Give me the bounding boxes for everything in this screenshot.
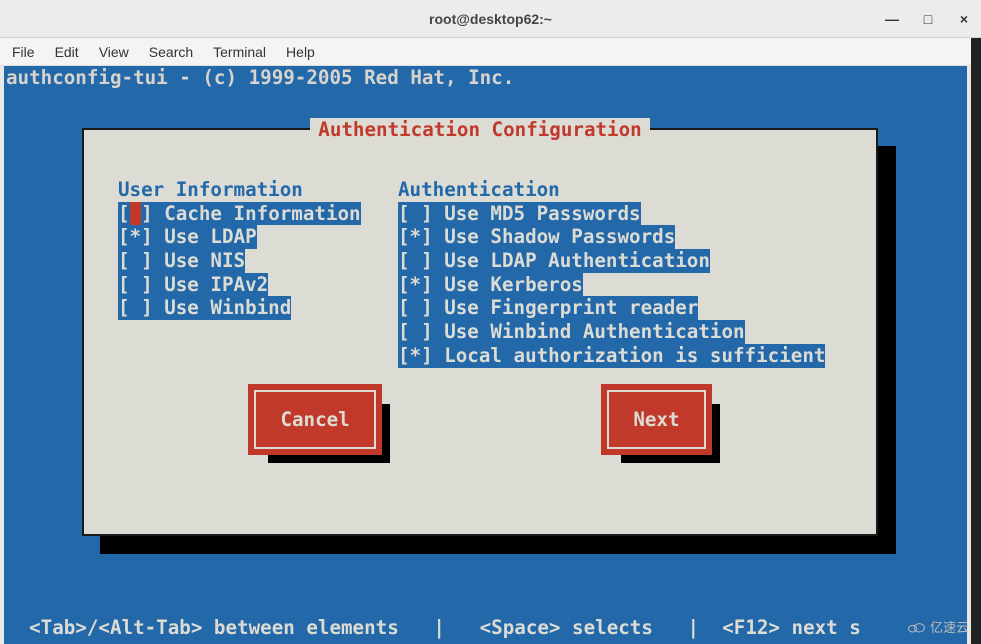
footer-help-text: <Tab>/<Alt-Tab> between elements | <Spac… — [6, 616, 965, 640]
menubar: File Edit View Search Terminal Help — [0, 38, 981, 66]
minimize-icon[interactable]: — — [883, 11, 901, 27]
menu-search[interactable]: Search — [149, 44, 193, 60]
checkbox-auth-use-ldap-authentication[interactable]: [ ] Use LDAP Authentication — [398, 249, 710, 273]
column-header-authentication: Authentication — [398, 178, 856, 202]
menu-terminal[interactable]: Terminal — [213, 44, 266, 60]
authentication-column: Authentication [ ] Use MD5 Passwords[*] … — [398, 178, 856, 368]
terminal[interactable]: authconfig-tui - (c) 1999-2005 Red Hat, … — [4, 66, 967, 644]
window-controls: — □ × — [883, 11, 973, 27]
checkbox-auth-use-fingerprint-reader[interactable]: [ ] Use Fingerprint reader — [398, 296, 698, 320]
user-information-column: User Information [ ] Cache Information[*… — [118, 178, 398, 368]
watermark: 亿速云 — [906, 617, 969, 636]
window-titlebar: root@desktop62:~ — □ × — [0, 0, 981, 38]
column-header-user-information: User Information — [118, 178, 398, 202]
cancel-button[interactable]: Cancel — [254, 390, 375, 449]
menu-view[interactable]: View — [99, 44, 129, 60]
menu-file[interactable]: File — [12, 44, 35, 60]
background-strip — [971, 38, 981, 644]
menu-help[interactable]: Help — [286, 44, 315, 60]
checkbox-auth-local-authorization-is-sufficient[interactable]: [*] Local authorization is sufficient — [398, 344, 825, 368]
window-title: root@desktop62:~ — [429, 11, 552, 27]
checkbox-userinfo-cache-information[interactable]: [ ] Cache Information — [118, 202, 361, 226]
dialog-title: Authentication Configuration — [310, 118, 649, 142]
checkbox-userinfo-use-nis[interactable]: [ ] Use NIS — [118, 249, 245, 273]
cloud-icon — [906, 620, 926, 634]
next-button[interactable]: Next — [607, 390, 705, 449]
dialog-buttons: Cancel Next — [84, 390, 876, 449]
watermark-text: 亿速云 — [930, 617, 969, 636]
checkbox-userinfo-use-ipav2[interactable]: [ ] Use IPAv2 — [118, 273, 268, 297]
desktop: root@desktop62:~ — □ × File Edit View Se… — [0, 0, 981, 644]
checkbox-userinfo-use-ldap[interactable]: [*] Use LDAP — [118, 225, 257, 249]
checkbox-auth-use-md5-passwords[interactable]: [ ] Use MD5 Passwords — [398, 202, 641, 226]
checkbox-auth-use-winbind-authentication[interactable]: [ ] Use Winbind Authentication — [398, 320, 745, 344]
dialog-container: Authentication Configuration User Inform… — [82, 128, 878, 536]
close-icon[interactable]: × — [955, 11, 973, 27]
authentication-configuration-dialog: Authentication Configuration User Inform… — [82, 128, 878, 536]
checkbox-userinfo-use-winbind[interactable]: [ ] Use Winbind — [118, 296, 291, 320]
checkbox-auth-use-shadow-passwords[interactable]: [*] Use Shadow Passwords — [398, 225, 675, 249]
app-header: authconfig-tui - (c) 1999-2005 Red Hat, … — [4, 66, 967, 90]
checkbox-auth-use-kerberos[interactable]: [*] Use Kerberos — [398, 273, 583, 297]
menu-edit[interactable]: Edit — [55, 44, 79, 60]
maximize-icon[interactable]: □ — [919, 11, 937, 27]
